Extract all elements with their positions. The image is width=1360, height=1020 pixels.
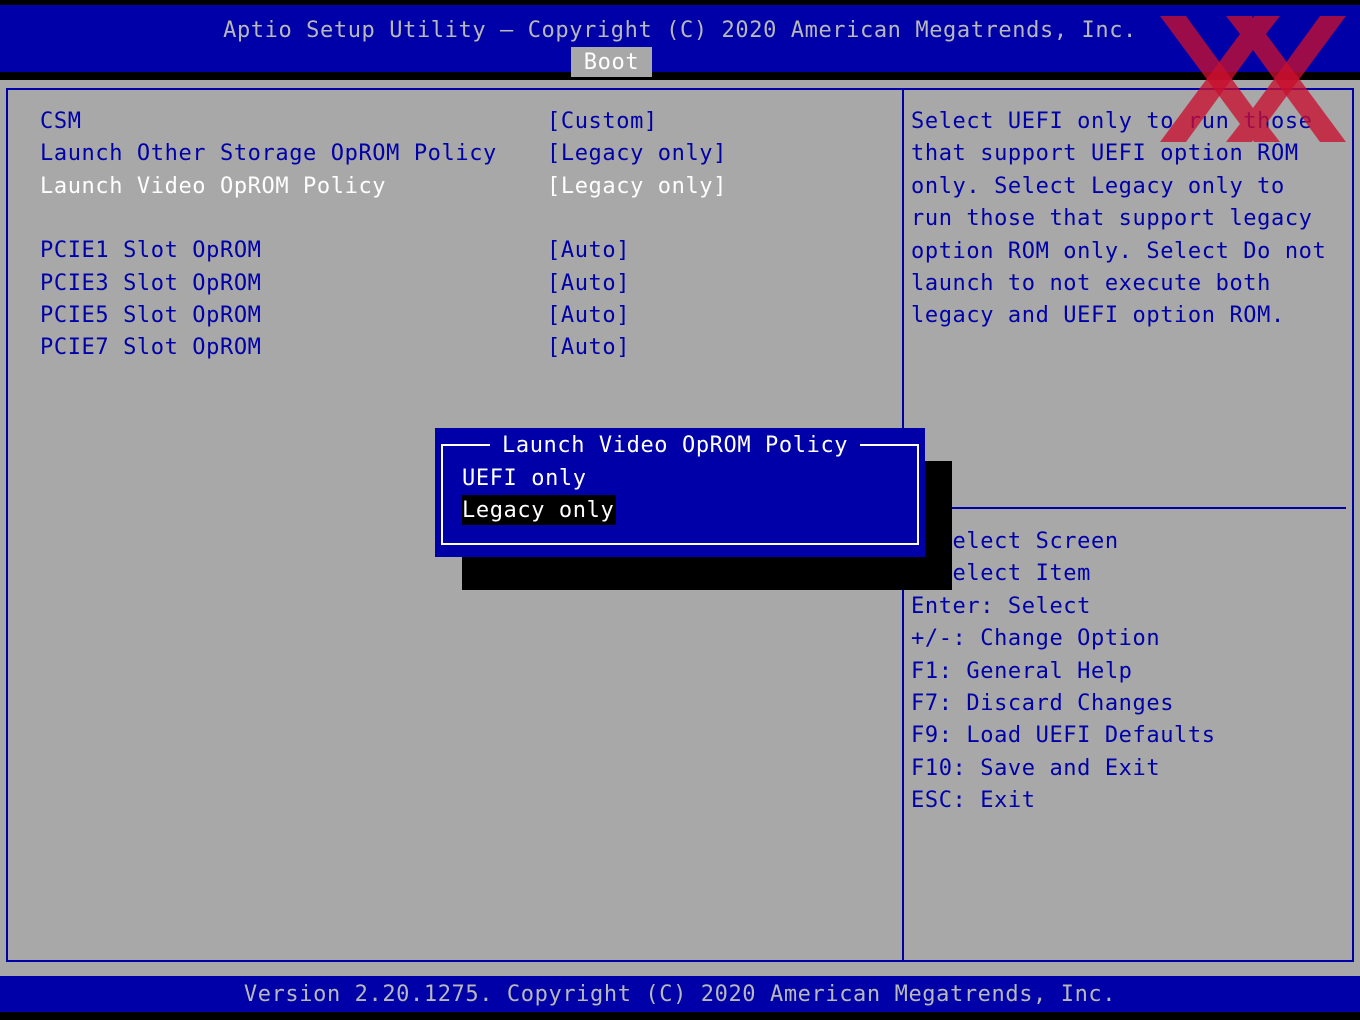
- key-hint: Select Item: [911, 561, 1091, 587]
- setting-value[interactable]: [Auto]: [547, 268, 630, 300]
- key-legend: Select Screen Select Item Enter: Select …: [911, 526, 1216, 818]
- key-hint: Enter: Select: [911, 593, 1091, 619]
- setting-value[interactable]: [Legacy only]: [547, 138, 727, 170]
- setting-row-csm[interactable]: CSM [Custom]: [40, 106, 657, 138]
- help-line: run those that support legacy: [911, 206, 1313, 232]
- app-title: Aptio Setup Utility – Copyright (C) 2020…: [223, 18, 1137, 43]
- setting-value[interactable]: [Auto]: [547, 235, 630, 267]
- help-line: only. Select Legacy only to: [911, 173, 1285, 199]
- title-bar: Aptio Setup Utility – Copyright (C) 2020…: [0, 5, 1360, 77]
- key-hint: F9: Load UEFI Defaults: [911, 723, 1216, 749]
- popup-title: Launch Video OpROM Policy: [490, 430, 861, 462]
- popup-option-legacy-only[interactable]: Legacy only: [462, 495, 617, 525]
- setting-value[interactable]: [Custom]: [547, 106, 658, 138]
- key-hint: F1: General Help: [911, 658, 1133, 684]
- footer-bar: Version 2.20.1275. Copyright (C) 2020 Am…: [0, 976, 1360, 1012]
- setting-row-storage-oprom[interactable]: Launch Other Storage OpROM Policy [Legac…: [40, 138, 726, 170]
- option-popup: Launch Video OpROM Policy UEFI only Lega…: [435, 428, 925, 557]
- setting-value[interactable]: [Legacy only]: [547, 171, 727, 203]
- help-line: option ROM only. Select Do not: [911, 238, 1327, 264]
- setting-label: Launch Video OpROM Policy: [40, 174, 387, 199]
- help-line: that support UEFI option ROM: [911, 141, 1299, 167]
- setting-label: PCIE7 Slot OpROM: [40, 335, 262, 360]
- setting-value[interactable]: [Auto]: [547, 332, 630, 364]
- setting-label: PCIE3 Slot OpROM: [40, 271, 262, 296]
- setting-row-video-oprom[interactable]: Launch Video OpROM Policy [Legacy only]: [40, 171, 726, 203]
- key-hint: F7: Discard Changes: [911, 690, 1175, 716]
- help-divider: [904, 507, 1346, 509]
- key-hint: Select Screen: [911, 529, 1119, 554]
- help-line: legacy and UEFI option ROM.: [911, 303, 1285, 329]
- popup-shadow: [462, 557, 952, 590]
- setting-label: Launch Other Storage OpROM Policy: [40, 141, 497, 166]
- key-hint: ESC: Exit: [911, 788, 1036, 814]
- xx-logo-icon: [1160, 16, 1346, 142]
- setting-label: PCIE1 Slot OpROM: [40, 238, 262, 263]
- popup-option-uefi-only[interactable]: UEFI only: [462, 463, 587, 493]
- setting-value[interactable]: [Auto]: [547, 300, 630, 332]
- help-line: launch to not execute both: [911, 271, 1271, 297]
- setting-row-pcie3[interactable]: PCIE3 Slot OpROM [Auto]: [40, 268, 629, 300]
- key-hint: +/-: Change Option: [911, 626, 1161, 652]
- setting-row-pcie1[interactable]: PCIE1 Slot OpROM [Auto]: [40, 235, 629, 267]
- setting-row-pcie7[interactable]: PCIE7 Slot OpROM [Auto]: [40, 332, 629, 364]
- setting-label: PCIE5 Slot OpROM: [40, 303, 262, 328]
- setting-label: CSM: [40, 109, 82, 134]
- key-hint: F10: Save and Exit: [911, 755, 1161, 781]
- tab-boot[interactable]: Boot: [571, 47, 652, 77]
- setting-row-pcie5[interactable]: PCIE5 Slot OpROM [Auto]: [40, 300, 629, 332]
